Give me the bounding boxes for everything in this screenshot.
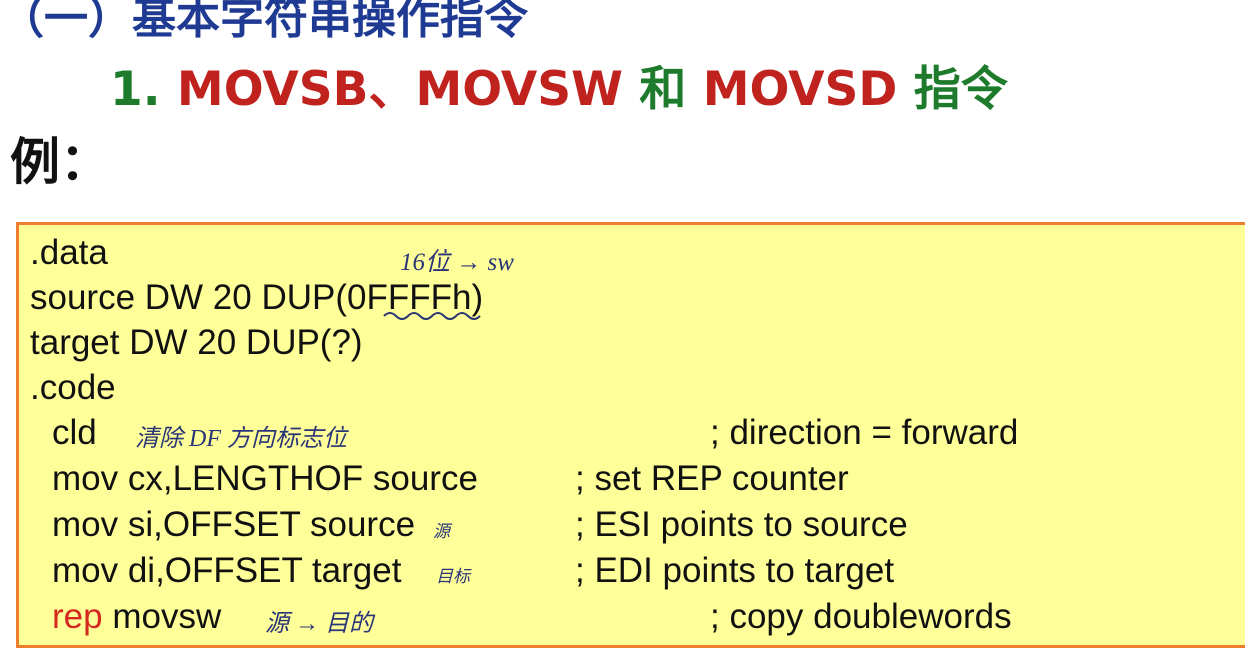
movsw-instruction: movsw [102, 597, 222, 636]
code-comment-mov-si: ; ESI points to source [575, 505, 908, 544]
subtitle-number: 1. [110, 62, 177, 117]
code-line-mov-di: mov di,OFFSET target [52, 551, 402, 590]
subtitle-and: 和 [622, 62, 703, 117]
handwritten-note-source: 源 [433, 522, 450, 541]
section-subtitle: 1. MOVSB、MOVSW 和 MOVSD 指令 [110, 50, 1008, 119]
subtitle-suffix: 指令 [897, 62, 1008, 117]
code-line-target: target DW 20 DUP(?) [30, 323, 363, 362]
rep-keyword: rep [52, 597, 103, 636]
subtitle-movsd: MOVSD [702, 62, 898, 117]
code-line-cld: cld [52, 413, 97, 452]
subtitle-movsb: MOVSB [176, 62, 369, 117]
subtitle-separator: 、 [368, 62, 416, 117]
code-line-mov-cx: mov cx,LENGTHOF source [52, 459, 478, 498]
wavy-underline [383, 312, 481, 320]
subtitle-movsw: MOVSW [415, 62, 623, 117]
code-comment-cld: ; direction = forward [710, 413, 1019, 452]
example-label: 例： [10, 133, 110, 191]
code-line-mov-si: mov si,OFFSET source [52, 505, 416, 544]
page-title: （一）基本字符串操作指令 [0, 0, 528, 44]
code-line-data: .data [30, 233, 108, 272]
handwritten-note-copy: 源 → 目的 [265, 611, 373, 637]
code-line-rep-movsw: rep movsw [52, 597, 221, 637]
handwritten-note-16bit: 16位 → sw [400, 249, 514, 276]
code-comment-rep: ; copy doublewords [710, 597, 1012, 636]
handwritten-note-target: 目标 [436, 567, 470, 586]
code-comment-mov-di: ; EDI points to target [575, 551, 895, 590]
code-comment-mov-cx: ; set REP counter [575, 459, 849, 498]
code-line-code: .code [30, 368, 116, 407]
handwritten-note-cld: 清除 DF 方向标志位 [135, 426, 347, 452]
